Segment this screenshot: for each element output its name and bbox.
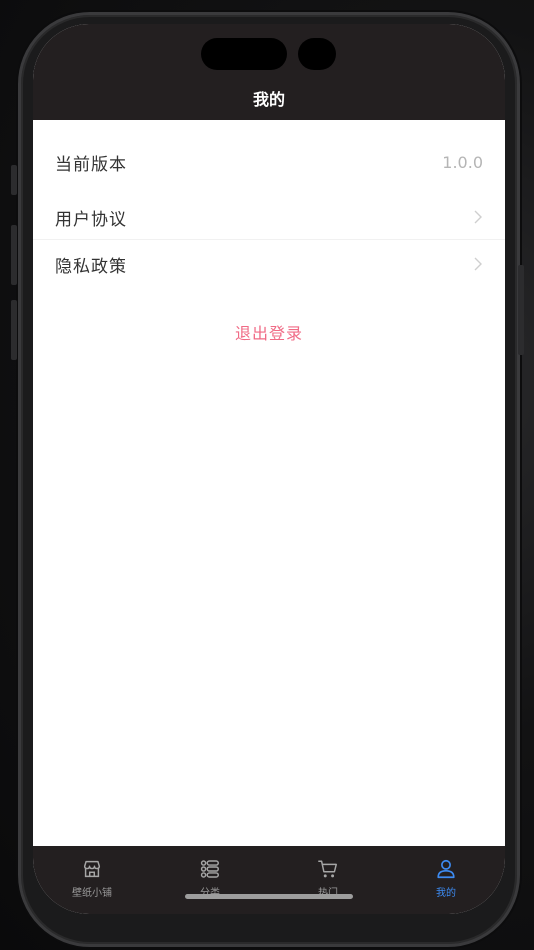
home-indicator[interactable] [185, 894, 353, 899]
nav-bar: 我的 [33, 24, 505, 120]
user-agreement-row[interactable]: 用户协议 [33, 195, 505, 239]
app-screen: 我的 当前版本 1.0.0 用户协议 隐私政策 退出登录 壁纸小铺 我的 [33, 24, 505, 914]
page-title: 我的 [252, 90, 285, 109]
tab-bar: 壁纸小铺 分类 热门 [33, 846, 505, 914]
cart-icon [318, 860, 337, 878]
tab-hot[interactable]: 热门 [269, 846, 387, 914]
volume-down-button [11, 300, 17, 360]
privacy-policy-row[interactable]: 隐私政策 [33, 242, 505, 286]
list-icon [200, 860, 219, 878]
camera-cutout [298, 38, 336, 70]
volume-up-button [11, 225, 17, 285]
dynamic-island [201, 38, 287, 70]
chevron-right-icon [474, 210, 482, 224]
tab-label: 我的 [436, 888, 456, 899]
tab-wallpaper-shop[interactable]: 壁纸小铺 [33, 846, 151, 914]
tab-category[interactable]: 分类 [151, 846, 269, 914]
version-label: 当前版本 [55, 154, 127, 175]
tab-label: 壁纸小铺 [72, 888, 112, 899]
silent-switch [11, 165, 17, 195]
user-icon [437, 859, 455, 879]
row-divider [33, 239, 505, 240]
privacy-policy-label: 隐私政策 [55, 256, 127, 277]
settings-list: 当前版本 1.0.0 用户协议 隐私政策 退出登录 [33, 120, 505, 846]
tab-mine[interactable]: 我的 [387, 846, 505, 914]
power-button [518, 265, 524, 355]
chevron-right-icon [474, 257, 482, 271]
user-agreement-label: 用户协议 [55, 209, 127, 230]
logout-button[interactable]: 退出登录 [33, 320, 505, 344]
store-icon [83, 860, 101, 878]
version-value: 1.0.0 [442, 152, 483, 172]
version-row: 当前版本 1.0.0 [33, 140, 505, 184]
